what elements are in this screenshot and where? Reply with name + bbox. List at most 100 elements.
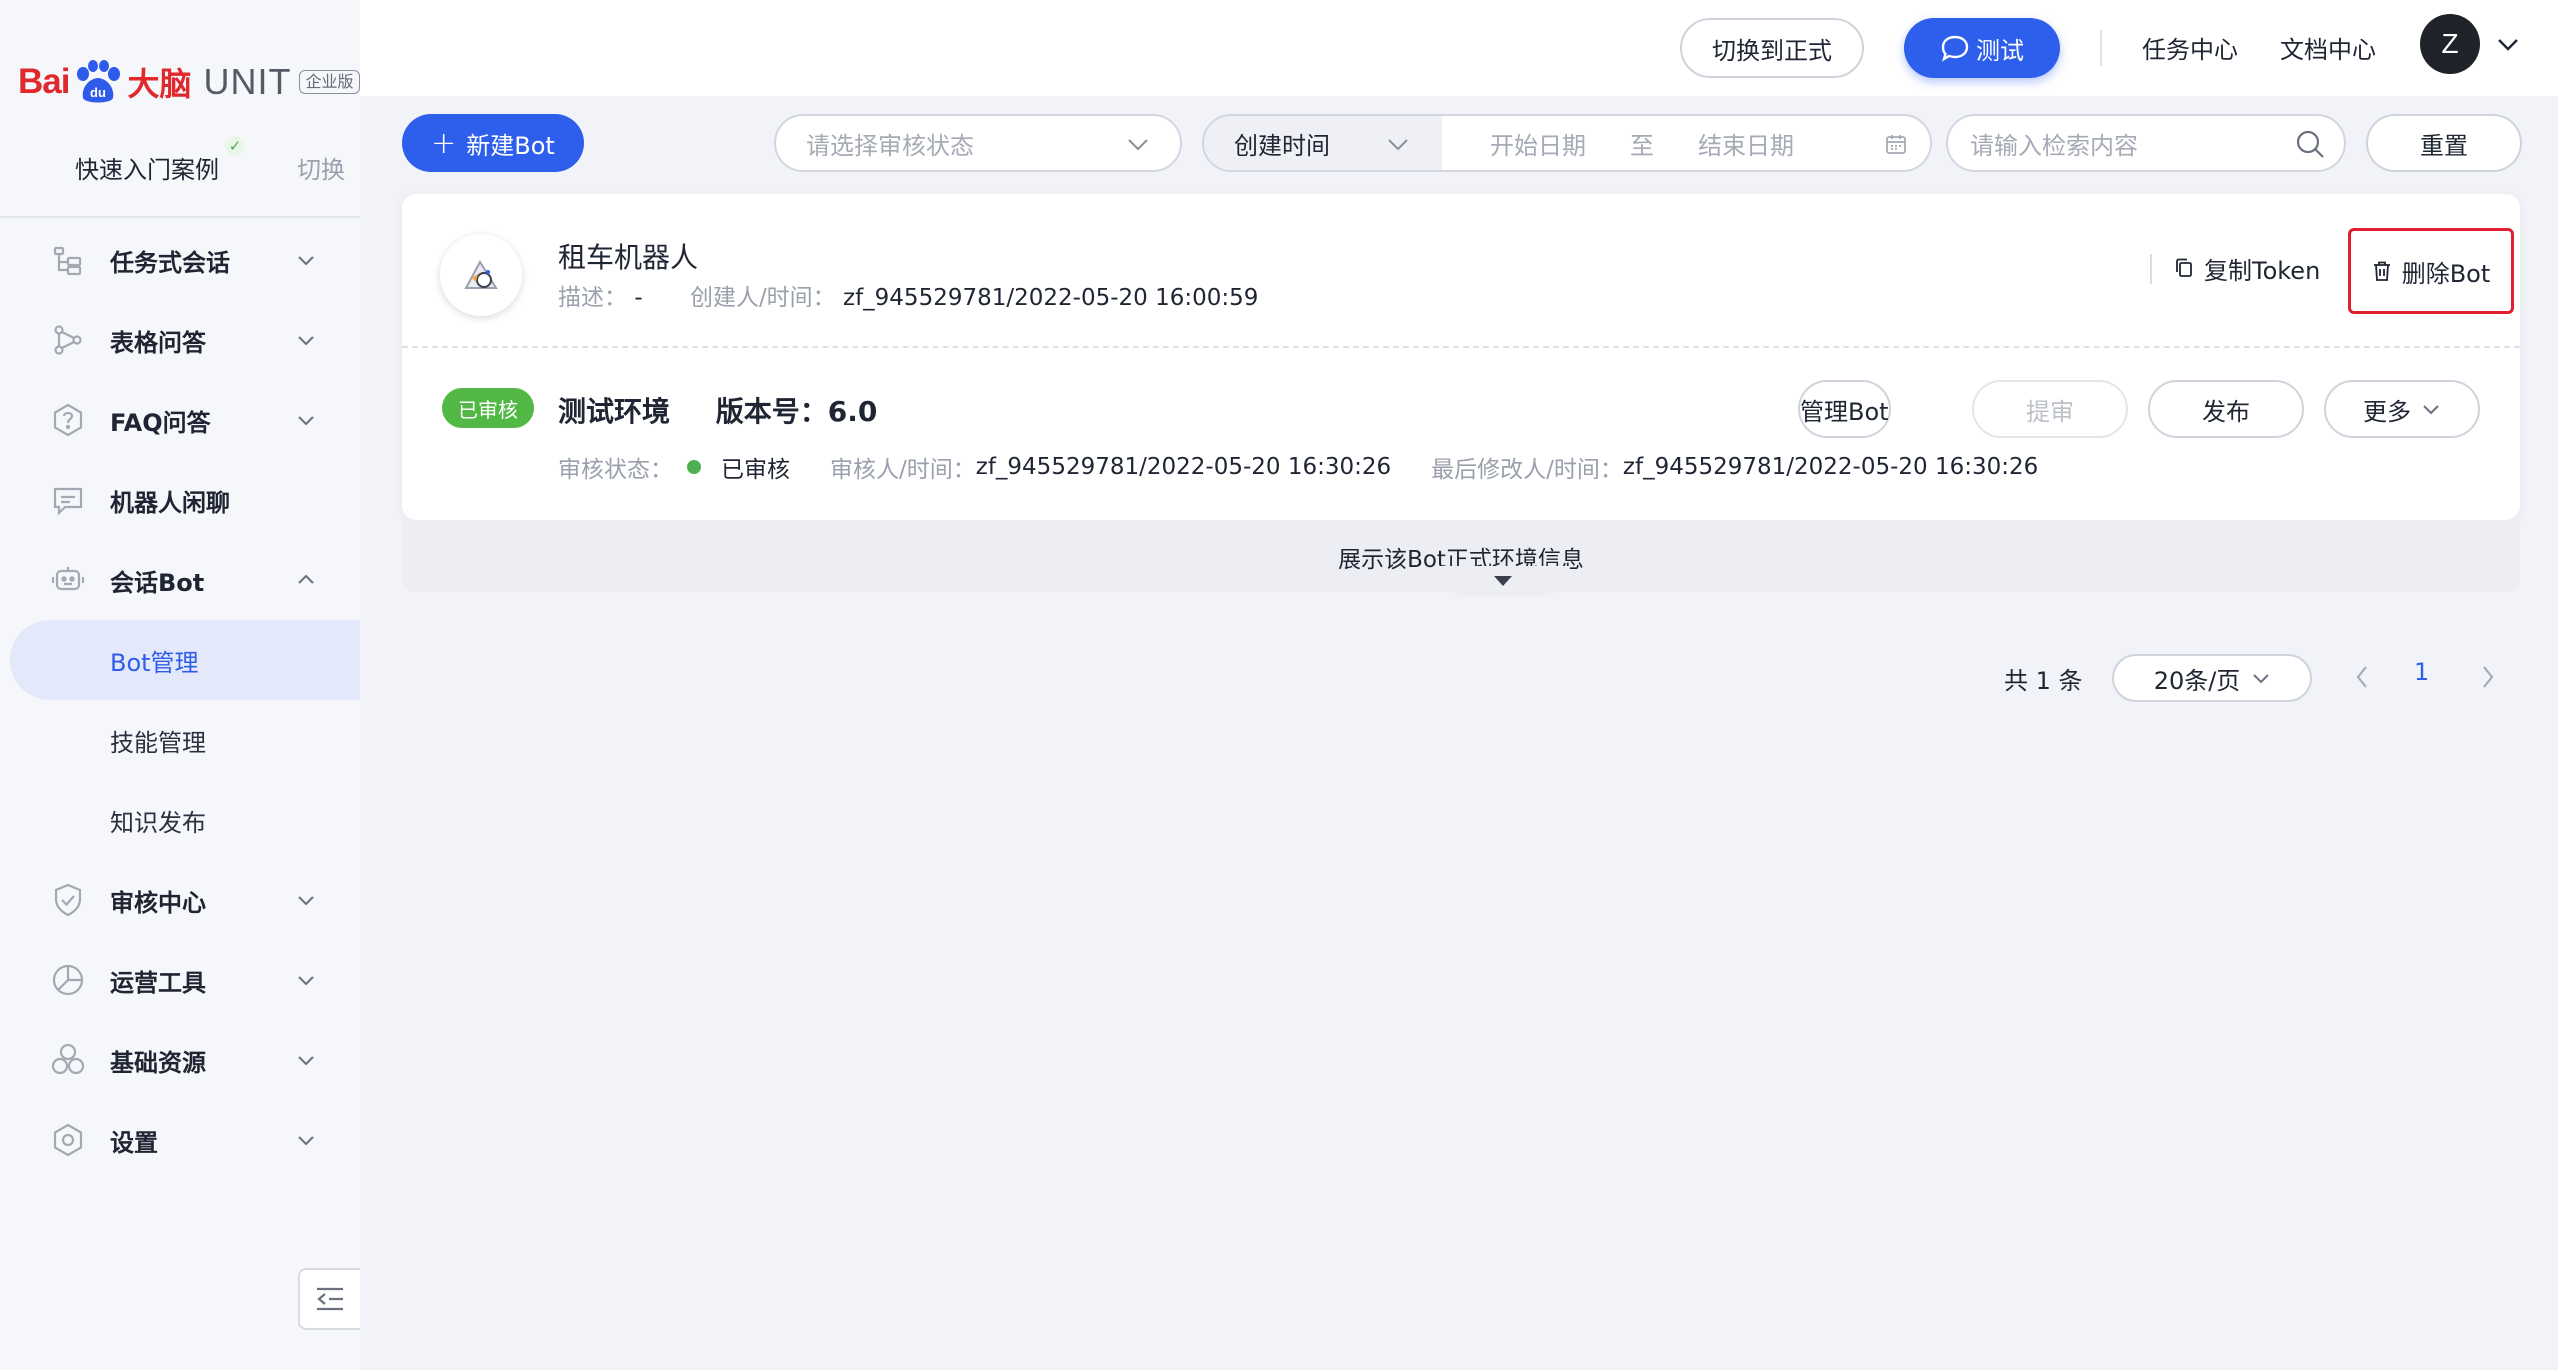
next-page-icon[interactable] (2478, 662, 2498, 692)
chevron-up-icon (298, 574, 314, 584)
delete-bot-button[interactable]: 删除Bot (2348, 228, 2514, 314)
start-date-input[interactable]: 开始日期 (1490, 126, 1586, 161)
sidebar-item-dialog-bot[interactable]: 会话Bot (0, 540, 360, 620)
task-center-link[interactable]: 任务中心 (2142, 30, 2238, 65)
sidebar: Bai du 大脑 UNIT 企业版 快速入门案例 ✓ 切换 任务式会话 表格问… (0, 0, 360, 1370)
task-dialog-icon (53, 246, 82, 276)
sidebar-item-settings[interactable]: 设置 (0, 1100, 360, 1180)
settings-icon (53, 1123, 83, 1157)
logo-unit-text: UNIT (203, 61, 292, 102)
creator-label: 创建人/时间： (689, 285, 836, 311)
copy-icon (2176, 258, 2192, 277)
sidebar-subitem-bot-manage[interactable]: Bot管理 (10, 620, 360, 700)
reviewer-label: 审核人/时间： (830, 457, 976, 483)
bot-name[interactable]: 租车机器人 (558, 236, 698, 276)
sidebar-item-label: 机器人闲聊 (110, 488, 230, 517)
manage-bot-button[interactable]: 管理Bot (1798, 380, 1891, 438)
creator-value: zf_945529781/2022-05-20 16:00:59 (843, 285, 1259, 311)
sidebar-item-label: 运营工具 (110, 968, 206, 997)
sidebar-item-label: 会话Bot (110, 568, 205, 597)
operations-icon (52, 964, 84, 996)
sidebar-item-resources[interactable]: 基础资源 (0, 1020, 360, 1100)
review-status-placeholder: 请选择审核状态 (806, 131, 974, 160)
chat-bot-icon (53, 487, 83, 516)
resources-icon (51, 1043, 85, 1075)
sidebar-subitem-label: 技能管理 (110, 728, 206, 757)
status-badge: 已审核 (442, 388, 534, 428)
sidebar-divider (0, 216, 360, 218)
action-divider (2150, 254, 2152, 284)
test-chat-button[interactable]: 测试 (1904, 18, 2060, 78)
bot-logo-icon (464, 259, 498, 289)
doc-center-link[interactable]: 文档中心 (2280, 30, 2376, 65)
chevron-down-icon (1128, 139, 1148, 151)
submit-review-button[interactable]: 提审 (1972, 380, 2128, 438)
check-badge-icon: ✓ (225, 135, 245, 156)
sidebar-subitem-label: Bot管理 (110, 648, 199, 677)
search-placeholder: 请输入检索内容 (1970, 131, 2138, 160)
chat-bubble-icon (1941, 35, 1969, 62)
delete-bot-label: 删除Bot (2401, 259, 2491, 288)
collapse-sidebar-button[interactable] (298, 1268, 360, 1330)
copy-token-label: 复制Token (2204, 256, 2321, 285)
page-size-select[interactable]: 20条/页 (2112, 654, 2312, 702)
chevron-down-icon[interactable] (2496, 36, 2520, 52)
baidu-unit-logo[interactable]: Bai du 大脑 UNIT 企业版 (18, 52, 360, 112)
edition-badge: 企业版 (299, 70, 360, 94)
sidebar-item-label: 设置 (110, 1128, 158, 1157)
calendar-icon[interactable] (1884, 132, 1908, 156)
user-avatar[interactable]: Z (2420, 14, 2480, 74)
production-env-toggle[interactable]: 展示该Bot正式环境信息 (402, 520, 2520, 596)
copy-token-button[interactable]: 复制Token (2174, 246, 2320, 290)
desc-label: 描述： (558, 285, 627, 311)
search-icon[interactable] (2294, 128, 2326, 160)
chevron-down-icon (298, 336, 314, 346)
chevron-down-icon (2253, 674, 2270, 684)
sidebar-item-review-center[interactable]: 审核中心 (0, 860, 360, 940)
sidebar-item-table-qa[interactable]: 表格问答 (0, 300, 360, 380)
sidebar-item-task-dialog[interactable]: 任务式会话 (0, 220, 360, 300)
date-type-select[interactable]: 创建时间 (1204, 116, 1442, 170)
baidu-paw-icon: du (77, 60, 121, 103)
desc-value: - (634, 285, 643, 311)
reset-button[interactable]: 重置 (2366, 114, 2522, 172)
publish-button[interactable]: 发布 (2148, 380, 2304, 438)
page-number-current[interactable]: 1 (2414, 658, 2429, 686)
env-meta: 审核状态： 已审核 审核人/时间： zf_945529781/2022-05-2… (558, 450, 2038, 484)
more-dropdown-button[interactable]: 更多 (2324, 380, 2480, 438)
quick-start-link[interactable]: 快速入门案例 (75, 150, 219, 185)
review-status-select[interactable]: 请选择审核状态 (774, 114, 1182, 172)
sidebar-item-chitchat[interactable]: 机器人闲聊 (0, 460, 360, 540)
collapse-menu-icon (317, 1287, 343, 1311)
chevron-down-icon (1388, 139, 1408, 151)
sidebar-item-label: 表格问答 (110, 328, 206, 357)
top-header: 切换到正式 测试 任务中心 文档中心 Z (360, 0, 2558, 96)
main-content: 切换到正式 测试 任务中心 文档中心 Z + 新建Bot 请选择审核状态 创建时… (360, 0, 2558, 1370)
reviewer-value: zf_945529781/2022-05-20 16:30:26 (975, 454, 1392, 480)
chevron-down-icon (2423, 405, 2439, 415)
quick-switch-link[interactable]: 切换 (297, 150, 345, 185)
sidebar-item-label: 审核中心 (110, 888, 206, 917)
search-input[interactable]: 请输入检索内容 (1946, 114, 2346, 172)
sidebar-item-faq[interactable]: FAQ问答 (0, 380, 360, 460)
version-value: 6.0 (827, 395, 878, 428)
end-date-input[interactable]: 结束日期 (1698, 126, 1794, 161)
new-bot-label: 新建Bot (466, 131, 555, 160)
sidebar-subitem-skill-manage[interactable]: 技能管理 (0, 700, 360, 780)
sidebar-item-operations[interactable]: 运营工具 (0, 940, 360, 1020)
chevron-down-icon (298, 1136, 314, 1146)
trash-icon (2373, 261, 2390, 281)
date-range-filter: 创建时间 开始日期 至 结束日期 (1202, 114, 1932, 172)
expand-tab[interactable] (1436, 566, 1570, 596)
switch-to-production-button[interactable]: 切换到正式 (1680, 18, 1864, 78)
more-label: 更多 (2363, 397, 2411, 426)
new-bot-button[interactable]: + 新建Bot (402, 114, 584, 172)
chevron-down-icon (298, 256, 314, 266)
sidebar-subitem-knowledge-publish[interactable]: 知识发布 (0, 780, 360, 860)
bot-card: 租车机器人 描述： - 创建人/时间： zf_945529781/2022-05… (402, 194, 2520, 520)
prev-page-icon[interactable] (2352, 662, 2372, 692)
chevron-down-icon (298, 896, 314, 906)
sidebar-subitem-label: 知识发布 (110, 808, 206, 837)
version-label: 版本号： (715, 395, 828, 428)
faq-icon (53, 403, 83, 437)
